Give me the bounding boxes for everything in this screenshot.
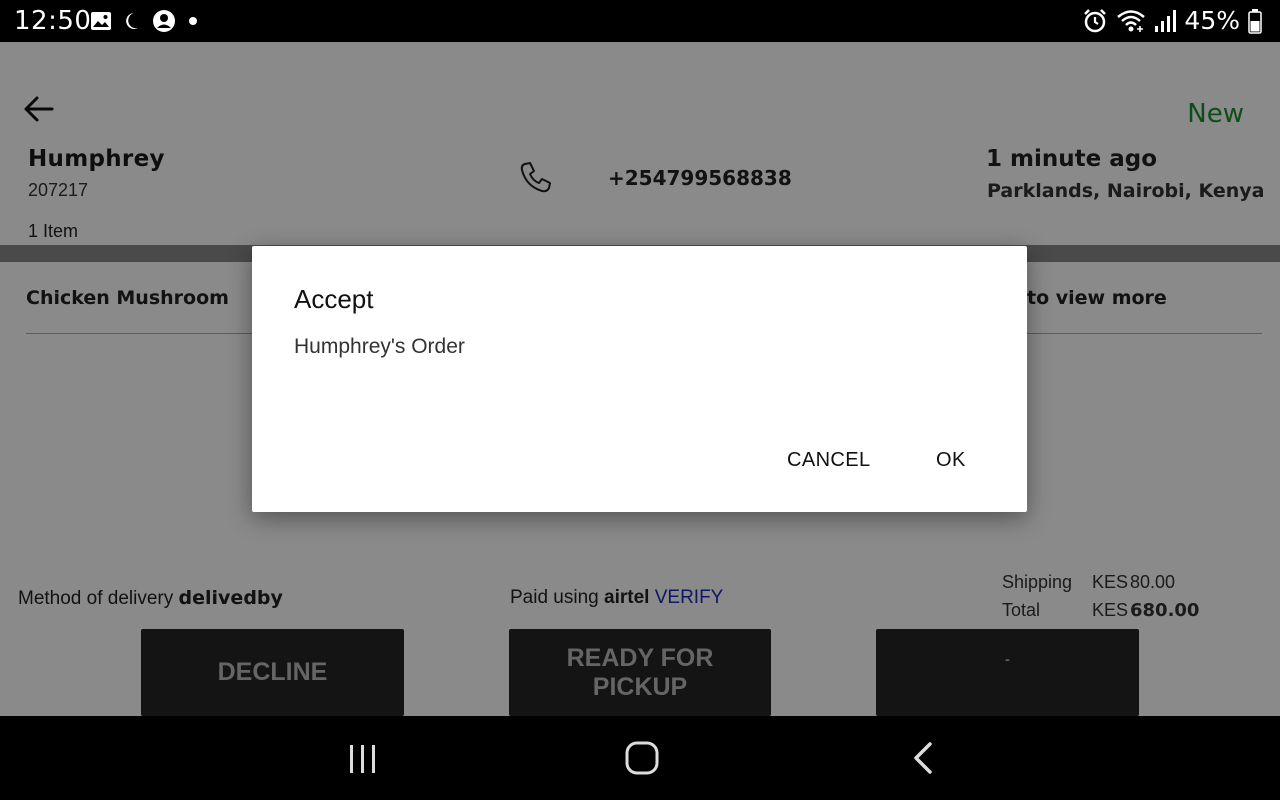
- dialog-message: Humphrey's Order: [294, 335, 465, 358]
- navigation-bar: [0, 716, 1280, 800]
- alarm-icon: [1084, 8, 1107, 32]
- signal-icon: [1155, 9, 1177, 32]
- battery-icon: [1248, 8, 1262, 34]
- status-right: 45%: [1082, 6, 1262, 35]
- status-left-icons: [90, 9, 200, 33]
- wifi-icon: [1117, 9, 1146, 32]
- status-time: 12:50: [14, 6, 92, 36]
- dot-icon: [189, 17, 197, 25]
- home-icon[interactable]: [624, 740, 660, 776]
- ok-button[interactable]: OK: [936, 449, 966, 472]
- recent-apps-icon[interactable]: [346, 742, 380, 776]
- battery-percent: 45%: [1184, 6, 1240, 35]
- nav-back-icon[interactable]: [908, 740, 938, 776]
- status-bar: 12:50 45%: [0, 0, 1280, 42]
- dialog-title: Accept: [294, 284, 374, 314]
- moon-icon: [126, 13, 138, 29]
- cancel-button[interactable]: CANCEL: [787, 449, 871, 472]
- image-icon: [91, 12, 111, 30]
- account-icon: [153, 10, 175, 32]
- accept-dialog: Accept Humphrey's Order CANCEL OK: [252, 246, 1027, 512]
